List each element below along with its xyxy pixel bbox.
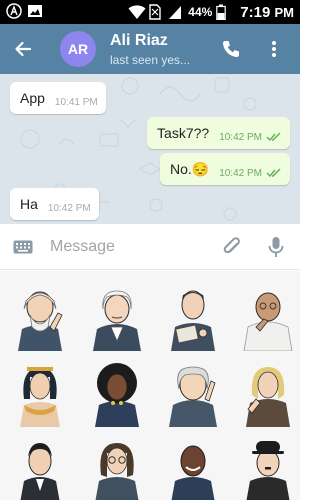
contact-name[interactable]: Ali Riaz	[110, 32, 168, 50]
message-time: 10:42 PM	[47, 202, 91, 214]
battery-percent: 44%	[188, 5, 213, 19]
sticker-cobain[interactable]	[238, 359, 298, 427]
paperclip-icon	[223, 237, 240, 254]
avatar-initials: AR	[67, 41, 89, 57]
keyboard-toggle-button[interactable]	[12, 237, 34, 257]
message-text: App	[20, 90, 45, 106]
keyboard-icon	[13, 240, 33, 254]
sticker-lennon[interactable]	[87, 435, 147, 500]
message-time: 10:41 PM	[54, 96, 98, 108]
message-time: 10:42 PM	[219, 167, 262, 179]
battery-icon	[216, 4, 232, 21]
voice-record-button[interactable]	[264, 235, 288, 259]
sticker-philosopher-thinking[interactable]	[10, 283, 70, 351]
message-bubble-outgoing[interactable]: Task7?? 10:42 PM	[147, 117, 290, 149]
message-bubble-incoming[interactable]: Ha 10:42 PM	[10, 188, 99, 220]
contact-last-seen: last seen yes...	[110, 53, 191, 67]
sticker-smiling-man[interactable]	[163, 435, 223, 500]
chat-area[interactable]: App 10:41 PM Task7?? 10:42 PM No.😔 10:42…	[0, 74, 300, 224]
signal-icon	[168, 4, 184, 20]
call-button[interactable]	[218, 36, 244, 62]
attach-button[interactable]	[220, 235, 244, 259]
clock: 7:19 PM	[240, 4, 294, 21]
kebab-menu-icon	[272, 41, 276, 57]
double-check-icon	[266, 168, 281, 178]
phone-icon	[223, 41, 239, 57]
message-bubble-incoming[interactable]: App 10:41 PM	[10, 82, 106, 114]
message-text: Ha	[20, 196, 38, 212]
message-bubble-outgoing[interactable]: No.😔 10:42 PM	[159, 153, 290, 185]
sticker-cleopatra[interactable]	[10, 359, 70, 427]
sticker-kafka[interactable]	[10, 435, 70, 500]
back-arrow-icon	[15, 41, 32, 57]
sticker-hendrix[interactable]	[87, 359, 147, 427]
message-input[interactable]	[48, 232, 208, 262]
more-options-button[interactable]	[264, 36, 284, 62]
double-check-icon	[266, 132, 281, 142]
sticker-man-reading-book[interactable]	[163, 283, 223, 351]
no-sim-icon	[148, 4, 164, 20]
sticker-chaplin[interactable]	[238, 435, 298, 500]
sticker-gandhi[interactable]	[238, 283, 298, 351]
status-bar: 44% 7:19 PM	[0, 0, 300, 24]
message-text: Task7??	[157, 125, 210, 141]
clock-suffix: PM	[274, 4, 295, 20]
microphone-icon	[268, 237, 284, 257]
app-notification-icon	[6, 3, 22, 19]
message-text: No.😔	[169, 160, 210, 177]
message-time: 10:42 PM	[219, 131, 262, 143]
back-button[interactable]	[8, 34, 38, 64]
avatar[interactable]: AR	[60, 31, 96, 67]
clock-time: 7:19	[240, 3, 271, 21]
wifi-icon	[128, 4, 146, 20]
sticker-panel	[0, 271, 300, 500]
image-notification-icon	[27, 3, 43, 19]
sticker-franklin[interactable]	[163, 359, 223, 427]
sticker-washington[interactable]	[87, 283, 147, 351]
chat-header: AR Ali Riaz last seen yes...	[0, 24, 300, 74]
message-composer	[0, 224, 300, 270]
